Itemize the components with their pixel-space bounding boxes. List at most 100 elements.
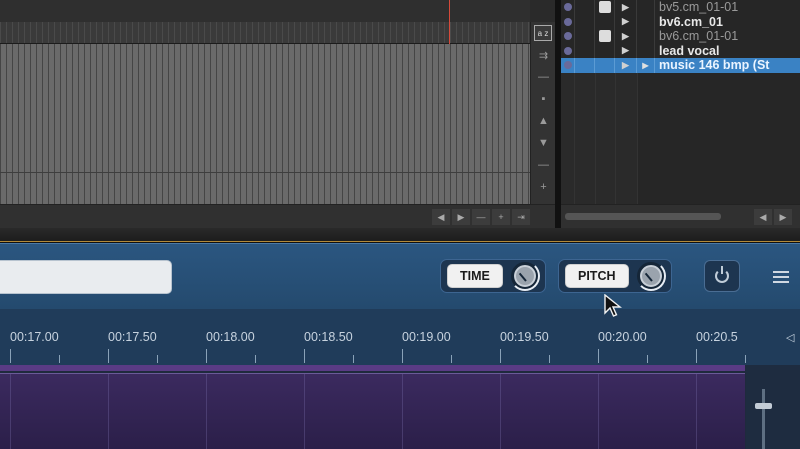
track-scroll-left-button[interactable]: ◀ [754,209,772,225]
minus-icon: — [538,71,549,83]
zoom-out-vertical-button[interactable]: — [531,66,556,88]
track-list-scroll-thumb[interactable] [565,213,721,220]
time-knob[interactable] [509,261,540,291]
scroll-left-button[interactable]: ◀ [432,209,450,225]
track-type-cell [595,43,615,58]
track-mute-cell[interactable] [561,0,575,15]
track-row[interactable]: ▶ bv5.cm_01-01 [561,0,800,15]
plus-icon: + [540,181,547,193]
zoom-out-button[interactable]: — [472,209,490,225]
grid-line [402,374,403,449]
track-status-icon [563,3,572,12]
track-flag-cell[interactable]: ▶ [615,0,637,15]
scroll-right-button[interactable]: ▶ [452,209,470,225]
vertical-zoom-slider[interactable] [762,389,765,449]
track-expand-cell[interactable] [637,0,655,15]
hamburger-menu-icon[interactable] [773,271,789,283]
track-row[interactable]: ▶ bv6.cm_01 [561,14,800,29]
track-mute-cell[interactable] [561,29,575,44]
pitch-button-label: PITCH [578,269,616,283]
fit-width-icon: ⇥ [517,211,525,222]
track-name: bv6.cm_01 [659,14,723,29]
track-row[interactable]: ▶ lead vocal [561,43,800,58]
zoom-in-height-button[interactable]: + [531,176,556,198]
track-expand-cell[interactable] [637,43,655,58]
scroll-down-button[interactable]: ▼ [531,132,556,154]
track-row[interactable]: ▶ bv6.cm_01-01 [561,29,800,44]
arrange-horizontal-scrollbar[interactable]: ◀ ▶ — + ⇥ [0,204,555,228]
pitch-knob[interactable] [635,261,666,291]
track-status-icon [563,61,572,70]
track-flag-cell[interactable]: ▶ [615,43,637,58]
track-mute-cell[interactable] [561,43,575,58]
ruler-tick [206,349,207,363]
track-name: lead vocal [659,43,720,58]
track-list-empty-area [561,73,800,205]
flag-icon: ▶ [622,1,629,12]
track-scroll-right-button[interactable]: ▶ [774,209,792,225]
fit-tracks-button[interactable]: ⇉ [531,44,556,66]
track-mute-cell[interactable] [561,58,575,73]
audio-region-icon [598,30,611,43]
arrange-divider-line [0,172,530,173]
ruler-tick [745,355,746,363]
power-button[interactable] [704,260,740,292]
track-solo-cell[interactable] [575,14,595,29]
track-height-button[interactable]: ▪ [531,88,556,110]
name-input[interactable] [0,260,172,294]
pitch-group: PITCH [558,259,672,293]
track-rows: ▶ bv5.cm_01-01 ▶ bv6.cm_01 ▶ bv6.cm_01-01 ▶ lea… [561,0,800,73]
zoom-in-button[interactable]: + [492,209,510,225]
playhead[interactable] [449,0,450,44]
track-flag-cell[interactable]: ▶ [615,58,637,73]
track-solo-cell[interactable] [575,29,595,44]
ruler-tick [598,349,599,363]
editor-note-area[interactable] [0,373,745,449]
zoom-out-height-button[interactable]: — [531,154,556,176]
arrange-grid[interactable] [0,44,530,204]
knob-arc-icon [635,261,666,291]
editor-clip-header[interactable] [0,365,745,371]
ruler-tick [108,349,109,363]
timeline-ruler[interactable]: 00:17.00 00:17.50 00:18.00 00:18.50 00:1… [0,309,800,365]
track-flag-cell[interactable]: ▶ [615,14,637,29]
ruler-tick [10,349,11,363]
grid-line [304,374,305,449]
grid-line [108,374,109,449]
scroll-up-button[interactable]: ▲ [531,110,556,132]
track-flag-cell[interactable]: ▶ [615,29,637,44]
track-row[interactable]: ▶ ▶ music 146 bmp (St [561,58,800,73]
ruler-tick [549,355,550,363]
power-icon [715,266,729,283]
minus-icon: — [476,212,486,222]
track-mute-cell[interactable] [561,14,575,29]
zoom-fit-button[interactable]: ⇥ [512,209,530,225]
track-list-scrollbar[interactable]: ◀ ▶ [561,204,800,228]
grid-line [696,374,697,449]
track-list-scroll-buttons: ◀ ▶ [754,209,792,225]
ruler-tick [157,355,158,363]
audio-region-icon [598,1,611,14]
time-button[interactable]: TIME [447,264,503,288]
vertical-zoom-thumb[interactable] [755,403,772,409]
track-name: bv6.cm_01-01 [659,29,739,44]
disclosure-triangle-icon: ▶ [642,60,649,70]
arrange-view: a z ⇉ — ▪ ▲ ▼ — + ◀ ▶ — + ⇥ [0,0,555,228]
pitch-editor [0,365,800,449]
track-solo-cell[interactable] [575,43,595,58]
track-expand-cell[interactable]: ▶ [637,58,655,73]
knob-arc-icon [509,261,540,291]
ruler-tick [500,349,501,363]
track-status-icon [563,17,572,26]
track-solo-cell[interactable] [575,0,595,15]
track-expand-cell[interactable] [637,29,655,44]
pitch-button[interactable]: PITCH [565,264,629,288]
track-expand-cell[interactable] [637,14,655,29]
sort-az-button[interactable]: a z [534,25,552,41]
editor-zoom-panel [746,365,800,449]
ruler-label: 00:17.00 [10,330,59,344]
track-solo-cell[interactable] [575,58,595,73]
arrange-ruler[interactable] [0,22,530,44]
panel-divider[interactable] [0,228,800,242]
ruler-tick [402,349,403,363]
